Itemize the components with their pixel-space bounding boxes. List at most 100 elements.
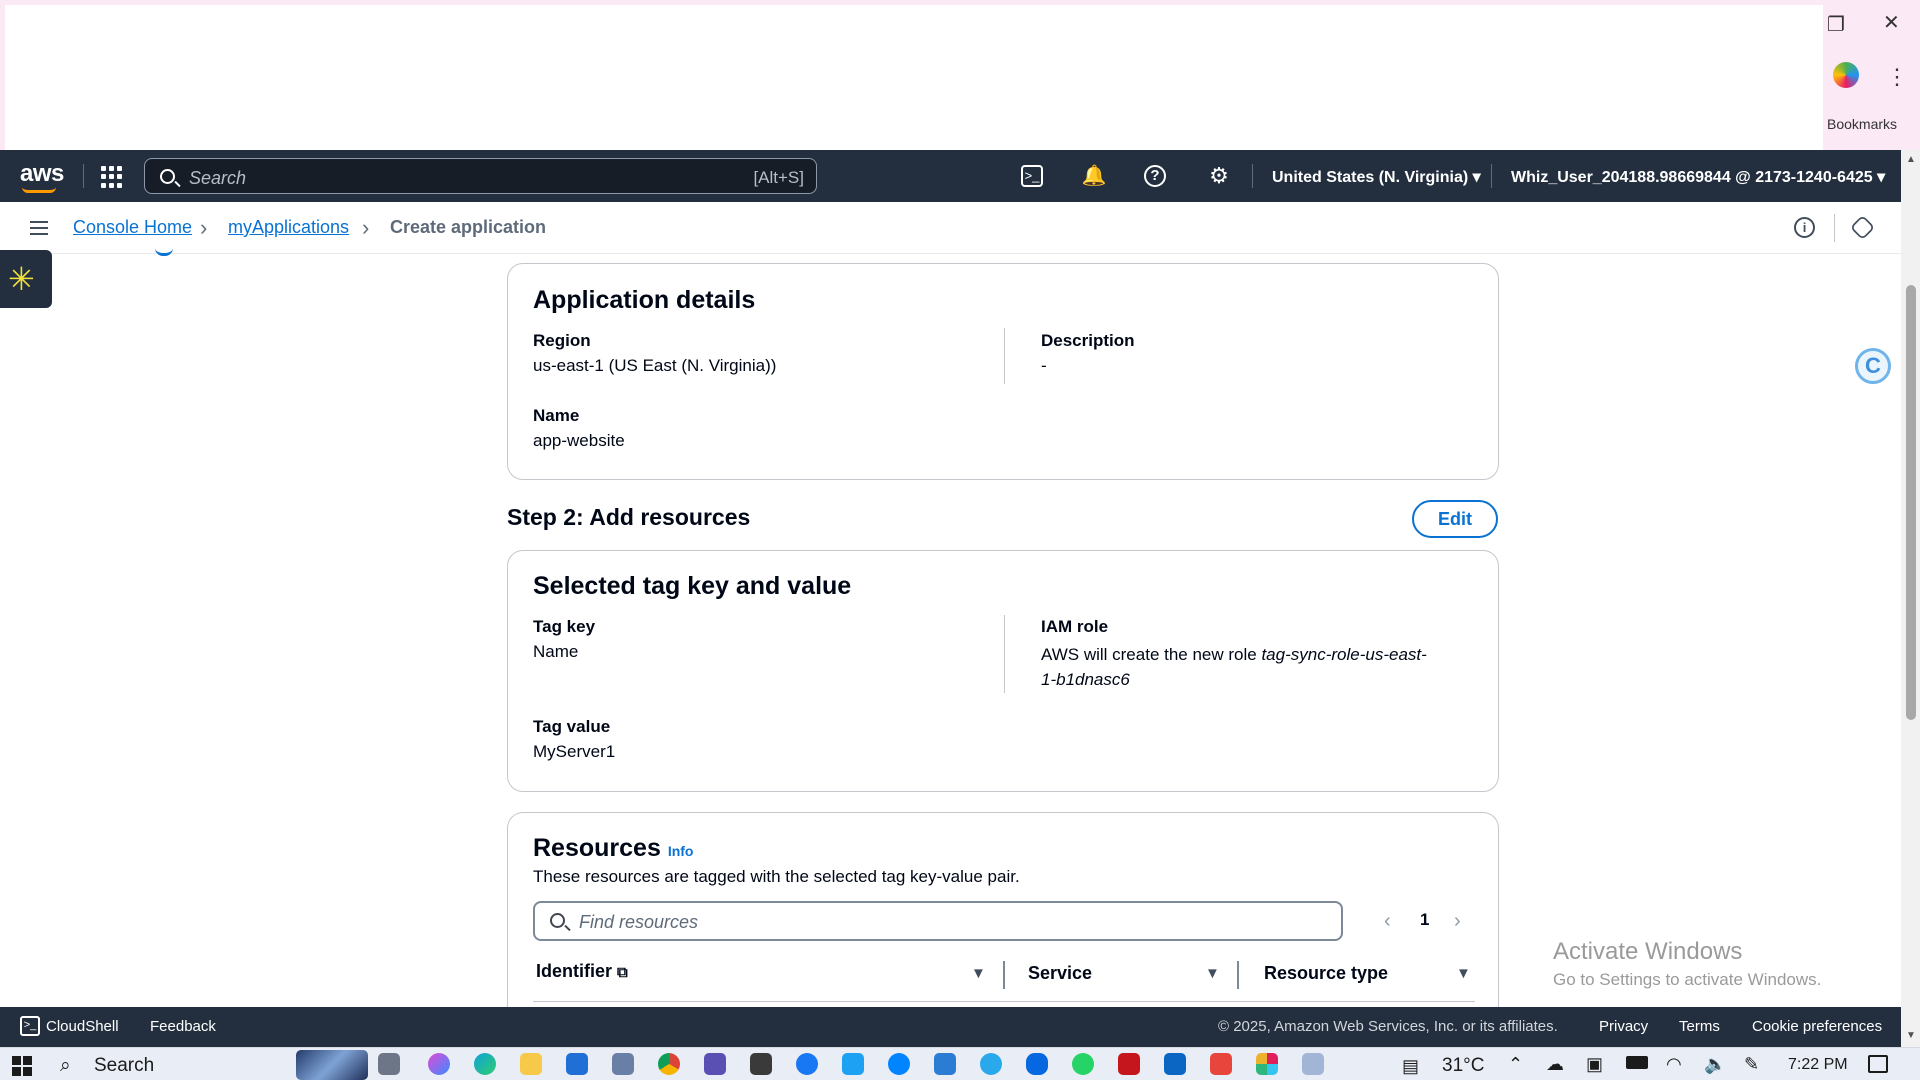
wifi-icon[interactable]: ◠ xyxy=(1666,1054,1682,1075)
column-divider xyxy=(1004,328,1005,384)
facebook-icon[interactable] xyxy=(796,1053,818,1075)
search-icon xyxy=(550,913,565,928)
sort-caret-icon[interactable]: ▼ xyxy=(1205,965,1220,982)
tag-value-value: MyServer1 xyxy=(533,742,616,761)
resources-title: Resources Info xyxy=(533,834,693,863)
aws-top-nav: aws Search [Alt+S] >_ 🔔 ? ⚙ United State… xyxy=(0,150,1901,202)
whatsapp-icon[interactable] xyxy=(1072,1053,1094,1075)
name-value: app-website xyxy=(533,431,625,450)
search-placeholder: Search xyxy=(189,168,247,188)
meta-icon[interactable] xyxy=(1026,1053,1048,1075)
aws-logo-smile-icon xyxy=(22,187,56,193)
description-label: Description xyxy=(1041,331,1135,350)
app-icon[interactable] xyxy=(750,1053,772,1075)
tag-key-value: Name xyxy=(533,642,579,661)
messenger-icon[interactable] xyxy=(888,1053,910,1075)
sort-caret-icon[interactable]: ▼ xyxy=(971,965,986,982)
app-icon[interactable] xyxy=(1118,1053,1140,1075)
edge-icon[interactable] xyxy=(474,1053,496,1075)
column-header-resource-type[interactable]: Resource type xyxy=(1264,963,1388,984)
help-panel-icon[interactable] xyxy=(1849,214,1876,241)
video-app-icon[interactable] xyxy=(1210,1053,1232,1075)
resources-title-text: Resources xyxy=(533,834,661,862)
breadcrumb-current: Create application xyxy=(390,217,547,237)
copyright-text: © 2025, Amazon Web Services, Inc. or its… xyxy=(1218,1018,1558,1035)
linkedin-icon[interactable] xyxy=(1164,1053,1186,1075)
sort-caret-icon[interactable]: ▼ xyxy=(1456,965,1471,982)
pagination-next-icon[interactable]: › xyxy=(1454,910,1461,933)
notifications-bell-icon[interactable]: 🔔 xyxy=(1081,163,1107,189)
info-link[interactable]: Info xyxy=(668,843,694,859)
nav-divider xyxy=(1491,164,1492,188)
pagination-page[interactable]: 1 xyxy=(1420,910,1429,930)
file-explorer-icon[interactable] xyxy=(520,1053,542,1075)
scroll-down-icon[interactable]: ▼ xyxy=(1906,1030,1916,1041)
search-input[interactable]: Search [Alt+S] xyxy=(144,158,817,194)
windows-start-icon[interactable] xyxy=(12,1056,32,1076)
card-title: Application details xyxy=(533,286,756,314)
edit-button[interactable]: Edit xyxy=(1412,500,1498,538)
volume-icon[interactable]: 🔈 xyxy=(1704,1054,1726,1075)
twitter-icon[interactable] xyxy=(842,1053,864,1075)
breadcrumb-myapplications[interactable]: myApplications xyxy=(228,217,349,238)
extension-badge[interactable]: ✳ xyxy=(0,250,52,308)
scroll-up-icon[interactable]: ▲ xyxy=(1906,154,1916,165)
notification-center-icon[interactable] xyxy=(1868,1055,1888,1073)
taskbar-search[interactable]: Search xyxy=(94,1055,154,1077)
cloudshell-link[interactable]: CloudShell xyxy=(46,1018,119,1035)
restore-window-icon[interactable]: ❐ xyxy=(1827,12,1845,37)
terms-link[interactable]: Terms xyxy=(1679,1018,1720,1035)
services-grid-icon[interactable] xyxy=(101,166,123,188)
cloudshell-icon[interactable]: >_ xyxy=(1021,165,1043,187)
activate-windows-subtitle: Go to Settings to activate Windows. xyxy=(1553,970,1822,989)
pagination-prev-icon[interactable]: ‹ xyxy=(1384,910,1391,933)
task-view-icon[interactable] xyxy=(378,1053,400,1075)
help-icon[interactable]: ? xyxy=(1144,165,1166,187)
column-divider xyxy=(1003,961,1005,989)
chevron-right-icon: › xyxy=(362,215,370,240)
pen-icon[interactable]: ✎ xyxy=(1744,1054,1759,1075)
temperature[interactable]: 31°C xyxy=(1442,1055,1484,1077)
slack-icon[interactable] xyxy=(1256,1053,1278,1075)
region-selector[interactable]: United States (N. Virginia) ▾ xyxy=(1272,167,1481,187)
copilot-icon[interactable] xyxy=(428,1053,450,1075)
aws-logo[interactable]: aws xyxy=(20,160,64,188)
store-icon[interactable] xyxy=(566,1053,588,1075)
find-resources-input[interactable]: Find resources xyxy=(533,901,1343,941)
nav-divider xyxy=(1252,164,1253,188)
battery-icon[interactable] xyxy=(1626,1056,1648,1069)
cookie-preferences-link[interactable]: Cookie preferences xyxy=(1752,1018,1882,1035)
scroll-thumb[interactable] xyxy=(1906,285,1916,720)
telegram-icon[interactable] xyxy=(980,1053,1002,1075)
menu-hamburger-icon[interactable] xyxy=(30,221,48,235)
privacy-link[interactable]: Privacy xyxy=(1599,1018,1648,1035)
floating-assistant-icon[interactable]: C xyxy=(1855,348,1891,384)
column-divider xyxy=(1237,961,1239,989)
network-app-icon[interactable] xyxy=(612,1053,634,1075)
column-header-service[interactable]: Service xyxy=(1028,963,1092,984)
breadcrumb-console-home[interactable]: Console Home xyxy=(73,217,192,238)
more-vert-icon[interactable]: ⋮ xyxy=(1886,64,1908,90)
account-menu[interactable]: Whiz_User_204188.98669844 @ 2173-1240-64… xyxy=(1511,167,1885,187)
sparkle-icon: ✳ xyxy=(8,261,35,297)
iam-role-prefix: AWS will create the new role xyxy=(1041,645,1262,664)
remote-desktop-icon[interactable] xyxy=(934,1053,956,1075)
clock-time[interactable]: 7:22 PM xyxy=(1788,1056,1848,1074)
settings-gear-icon[interactable]: ⚙ xyxy=(1206,163,1232,189)
chrome-icon[interactable] xyxy=(658,1053,680,1075)
profile-avatar-icon[interactable] xyxy=(1833,62,1859,88)
column-header-identifier[interactable]: Identifier ⧉ xyxy=(536,961,628,982)
weather-widget-icon[interactable] xyxy=(296,1050,368,1080)
device-icon[interactable]: ▣ xyxy=(1586,1054,1603,1075)
chevron-up-icon[interactable]: ⌃ xyxy=(1508,1054,1523,1075)
close-window-icon[interactable]: ✕ xyxy=(1883,10,1900,35)
region-value: us-east-1 (US East (N. Virginia)) xyxy=(533,356,777,375)
info-panel-icon[interactable]: i xyxy=(1794,217,1815,238)
paint-icon[interactable] xyxy=(1302,1053,1324,1075)
feedback-link[interactable]: Feedback xyxy=(150,1018,216,1035)
step-indicator-icon xyxy=(155,248,173,256)
bookmarks-label[interactable]: Bookmarks xyxy=(1827,116,1897,132)
cloud-sync-icon[interactable]: ☁ xyxy=(1546,1054,1564,1075)
resources-card: Resources Info These resources are tagge… xyxy=(507,812,1499,1022)
app-icon[interactable] xyxy=(704,1053,726,1075)
